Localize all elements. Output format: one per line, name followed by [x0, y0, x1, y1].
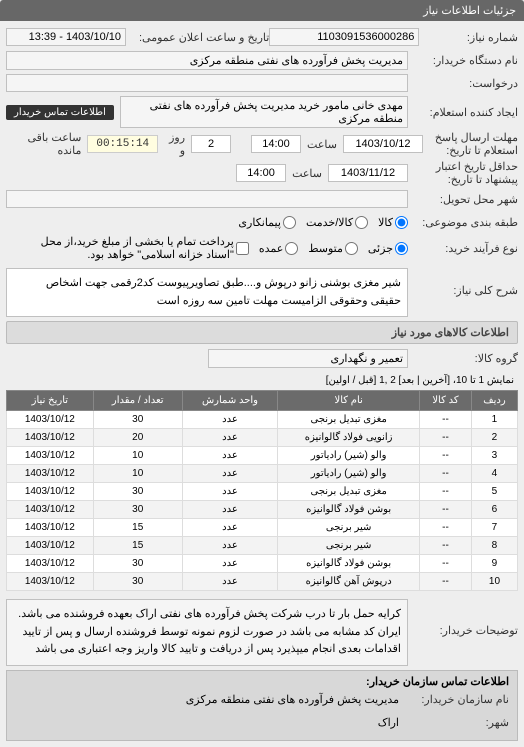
pkg-goods-radio[interactable]: کالا: [378, 216, 408, 229]
creator-value: مهدی خانی مامور خرید مدیریت پخش فرآورده …: [120, 96, 408, 128]
table-row[interactable]: 9--بوشن فولاد گالوانیزهعدد301403/10/12: [7, 555, 518, 573]
footer-title: اطلاعات تماس سازمان خریدار:: [15, 675, 509, 688]
creator-label: ایجاد کننده استعلام:: [408, 106, 518, 119]
group-label: گروه کالا:: [408, 352, 518, 365]
time-label-2: ساعت: [286, 167, 328, 180]
table-header: کد کالا: [420, 391, 472, 411]
req-num-value: 1103091536000286: [269, 28, 419, 46]
treasury-check[interactable]: پرداخت تمام یا بخشی از مبلغ خرید،از محل …: [14, 235, 249, 261]
table-header: تعداد / مقدار: [93, 391, 182, 411]
contact-buyer-button[interactable]: اطلاعات تماس خریدار: [6, 105, 114, 120]
details-panel: شماره نیاز: 1103091536000286 تاریخ و ساع…: [0, 21, 524, 747]
table-row[interactable]: 6--بوشن فولاد گالوانیزهعدد301403/10/12: [7, 501, 518, 519]
days-remaining: [191, 135, 231, 153]
time-label-1: ساعت: [301, 138, 343, 151]
note-text: کرایه حمل بار تا درب شرکت پخش فرآورده ها…: [6, 599, 408, 666]
group-value: تعمیر و نگهداری: [208, 349, 408, 368]
note-label: توضیحات خریدار:: [408, 624, 518, 637]
buy-type-radio-group: جزئی متوسط عمده پرداخت تمام یا بخشی از م…: [6, 235, 408, 261]
announce-label: تاریخ و ساعت اعلان عمومی:: [126, 31, 269, 44]
pager[interactable]: نمایش 1 تا 10، [آخرین | بعد] 2 ,1 [قبل /…: [6, 371, 518, 390]
buy-type-label: نوع فرآیند خرید:: [408, 242, 518, 255]
announce-value: 1403/10/10 - 13:39: [6, 28, 126, 46]
min-valid-date-input[interactable]: [328, 164, 408, 182]
min-valid-time-input[interactable]: [236, 164, 286, 182]
table-row[interactable]: 4--والو (شیر) رادیاتورعدد101403/10/12: [7, 465, 518, 483]
footer-contact: اطلاعات تماس سازمان خریدار: نام سازمان خ…: [6, 670, 518, 741]
table-row[interactable]: 2--زانویی فولاد گالوانیزهعدد201403/10/12: [7, 429, 518, 447]
city2-label: شهر:: [399, 716, 509, 729]
table-header: واحد شمارش: [182, 391, 277, 411]
table-row[interactable]: 8--شیر برنجیعدد151403/10/12: [7, 537, 518, 555]
buyer-unit-label: نام دستگاه خریدار:: [408, 54, 518, 67]
desc-text: شیر مغزی بوشنی زانو درپوش و....طبق تصاوی…: [6, 268, 408, 317]
org-label: نام سازمان خریدار:: [399, 693, 509, 706]
table-header: تاریخ نیاز: [7, 391, 94, 411]
req-num-label: شماره نیاز:: [419, 31, 518, 44]
org-value: مدیریت پخش فرآورده های نفتی منطقه مرکزی: [186, 693, 399, 706]
items-section-title: اطلاعات کالاهای مورد نیاز: [6, 321, 518, 344]
pkg-label: طبقه بندی موضوعی:: [408, 216, 518, 229]
deadline-time-input[interactable]: [251, 135, 301, 153]
desc-header-label: شرح کلی نیاز:: [408, 284, 518, 297]
request-value: [6, 74, 408, 92]
buy-low-radio[interactable]: جزئی: [368, 242, 408, 255]
deadline-label: مهلت ارسال پاسخ استعلام تا تاریخ:: [423, 131, 518, 157]
pkg-contract-radio[interactable]: پیمانکاری: [238, 216, 296, 229]
buy-mid-radio[interactable]: متوسط: [308, 242, 358, 255]
table-row[interactable]: 10--درپوش آهن گالوانیزهعدد301403/10/12: [7, 573, 518, 591]
remain-label: ساعت باقی مانده: [6, 131, 87, 157]
countdown-timer: 00:15:14: [87, 135, 158, 153]
table-header: نام کالا: [278, 391, 420, 411]
city-value: [6, 190, 408, 208]
items-table: ردیفکد کالانام کالاواحد شمارشتعداد / مقد…: [6, 390, 518, 591]
request-label: درخواست:: [408, 77, 518, 90]
pkg-radio-group: کالا کالا/خدمت پیمانکاری: [6, 216, 408, 229]
table-header: ردیف: [471, 391, 517, 411]
buy-high-radio[interactable]: عمده: [259, 242, 298, 255]
pkg-service-radio[interactable]: کالا/خدمت: [306, 216, 368, 229]
table-row[interactable]: 5--مغزی تبدیل برنجیعدد301403/10/12: [7, 483, 518, 501]
table-row[interactable]: 7--شیر برنجیعدد151403/10/12: [7, 519, 518, 537]
page-header: جزئیات اطلاعات نیاز: [0, 0, 524, 21]
min-valid-label: حداقل تاریخ اعتبار پیشنهاد تا تاریخ:: [408, 160, 518, 186]
deadline-date-input[interactable]: [343, 135, 423, 153]
table-row[interactable]: 3--والو (شیر) رادیاتورعدد101403/10/12: [7, 447, 518, 465]
city2-value: اراک: [378, 716, 399, 729]
city-label: شهر محل تحویل:: [408, 193, 518, 206]
table-row[interactable]: 1--مغزی تبدیل برنجیعدد301403/10/12: [7, 411, 518, 429]
day-label: روز و: [158, 131, 191, 157]
buyer-unit-value: مدیریت پخش فرآورده های نفتی منطقه مرکزی: [6, 51, 408, 70]
